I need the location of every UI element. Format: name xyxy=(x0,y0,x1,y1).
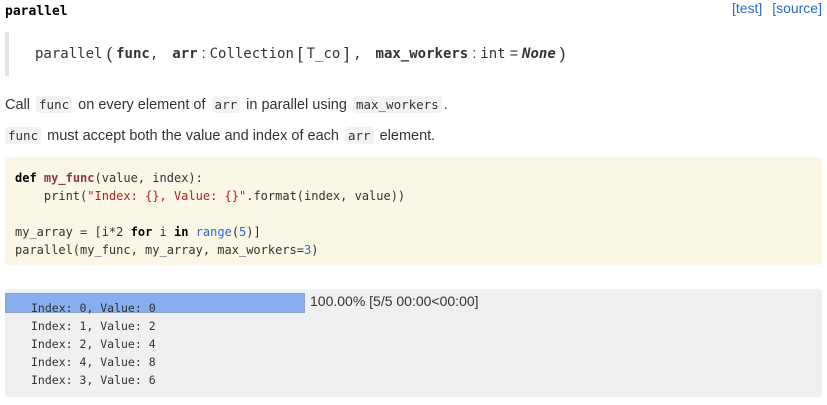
inline-code-arr: arr xyxy=(211,96,241,113)
code-example[interactable]: def my_func(value, index): print("Index:… xyxy=(5,157,822,265)
sig-colon: : xyxy=(472,46,477,62)
inline-code-func: func xyxy=(5,127,42,144)
function-signature: parallel ( func , arr : Collection [ T_c… xyxy=(5,32,822,76)
sig-lbracket: [ xyxy=(297,44,303,63)
output-lines: Index: 0, Value: 0 Index: 1, Value: 2 Inde… xyxy=(31,299,156,389)
output-line: Index: 3, Value: 6 xyxy=(31,373,156,387)
output-line: Index: 0, Value: 0 xyxy=(31,301,156,315)
description-line-2: func must accept both the value and inde… xyxy=(5,127,435,144)
sig-type-int: int xyxy=(480,46,506,62)
output-line: Index: 1, Value: 2 xyxy=(31,319,156,333)
output-line: Index: 4, Value: 8 xyxy=(31,355,156,369)
sig-name: parallel xyxy=(35,46,103,62)
sig-param-max-workers: max_workers xyxy=(375,46,469,62)
description-line-1: Call func on every element of arr in par… xyxy=(5,96,448,113)
sig-param-func: func xyxy=(116,46,150,62)
sig-type-collection: Collection xyxy=(209,46,294,62)
sig-rbracket: ] xyxy=(344,44,350,63)
doc-links: [test] [source] xyxy=(726,0,822,16)
sig-default-none: None xyxy=(522,46,556,62)
output-line: Index: 2, Value: 4 xyxy=(31,337,156,351)
sig-param-arr: arr xyxy=(172,46,198,62)
sig-comma: , xyxy=(149,46,159,62)
sig-open-paren: ( xyxy=(106,44,113,63)
inline-code-func: func xyxy=(36,96,73,113)
source-link[interactable]: [source] xyxy=(772,0,822,16)
sig-comma: , xyxy=(353,46,362,62)
sig-close-paren: ) xyxy=(559,44,566,63)
sig-colon: : xyxy=(201,46,206,62)
test-link[interactable]: [test] xyxy=(732,0,762,16)
inline-code-arr: arr xyxy=(344,127,374,144)
sig-type-arg: T_co xyxy=(306,46,341,62)
progress-text: 100.00% [5/5 00:00<00:00] xyxy=(310,293,479,309)
function-title: parallel xyxy=(5,4,68,19)
output-block: 100.00% [5/5 00:00<00:00] Index: 0, Valu… xyxy=(5,289,822,397)
inline-code-max-workers: max_workers xyxy=(352,96,442,113)
sig-equals: = xyxy=(509,46,519,62)
